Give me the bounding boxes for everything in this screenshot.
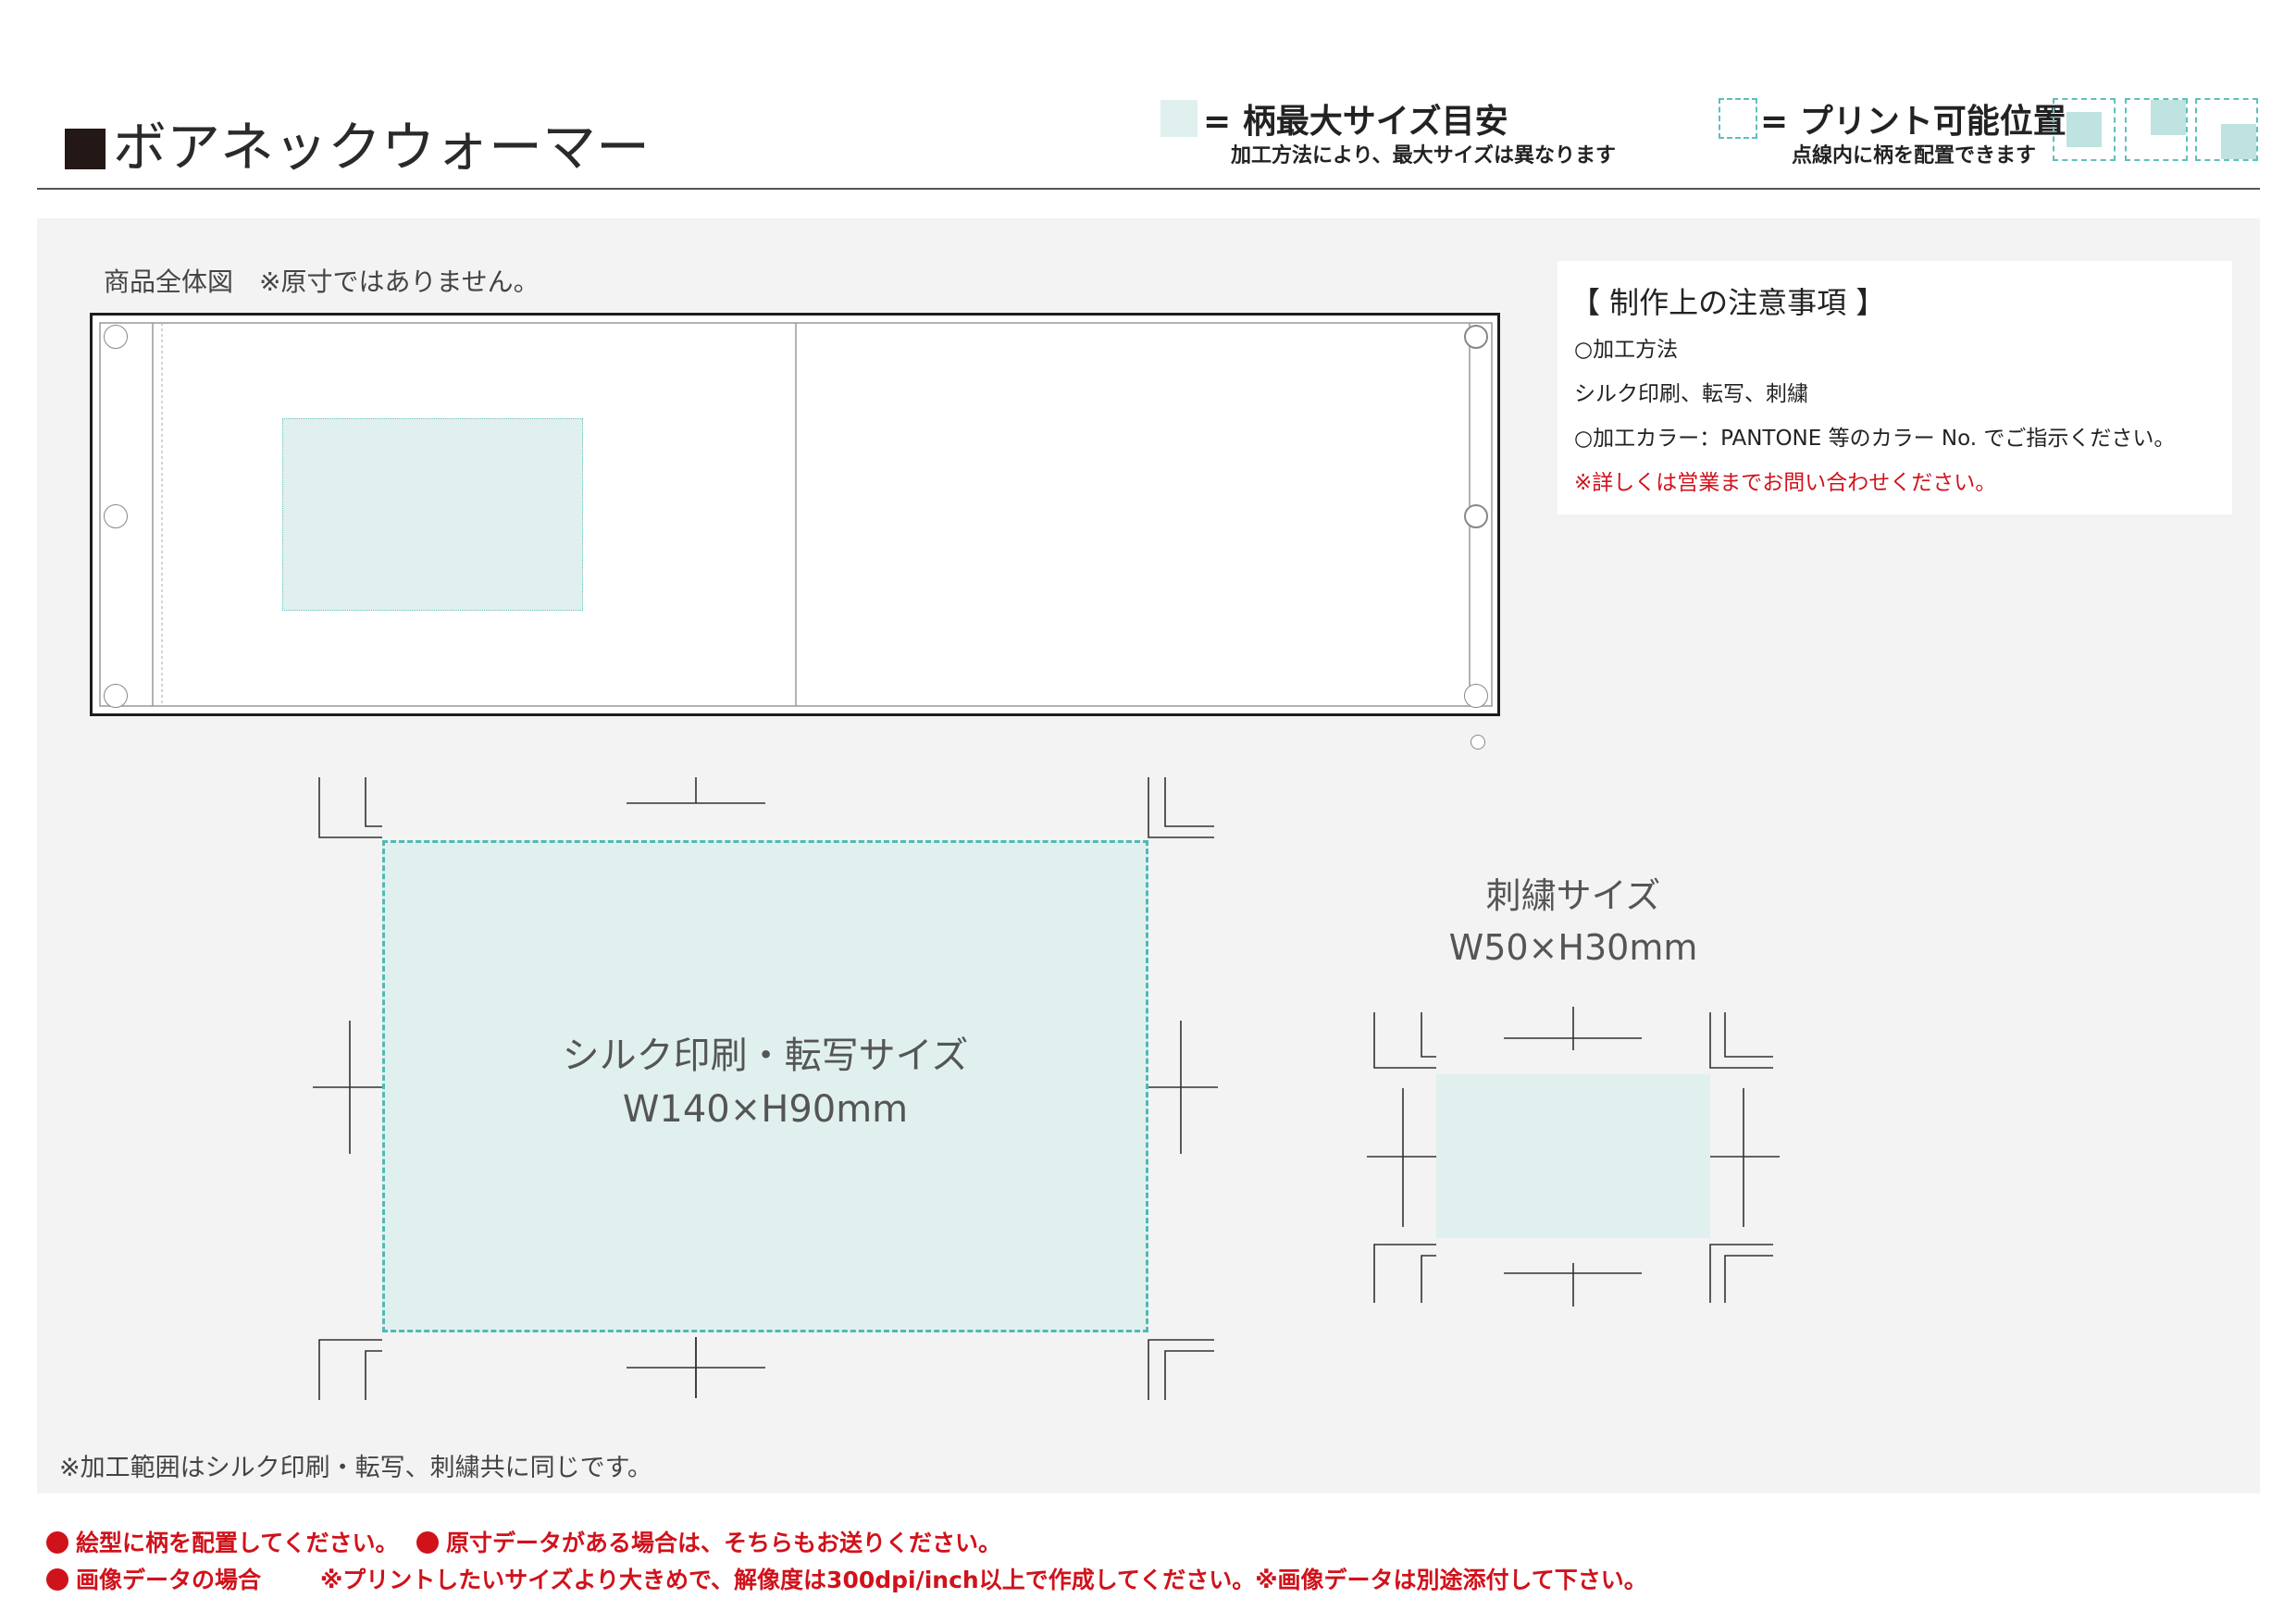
warning-3-body: ※プリントしたいサイズより大きめで、解像度は300dpi/inch以上で作成して… xyxy=(320,1567,1647,1593)
warning-1: 絵型に柄を配置してください。 xyxy=(46,1525,399,1558)
bullet-icon xyxy=(46,1568,68,1591)
footnote: ※加工範囲はシルク印刷・転写、刺繍共に同じです。 xyxy=(59,1454,652,1482)
warning-2: 原寸データがある場合は、そちらもお送りください。 xyxy=(416,1525,1001,1558)
warning-3: 画像データの場合 xyxy=(46,1562,261,1595)
bullet-icon xyxy=(46,1531,68,1554)
trim-marks xyxy=(313,777,1780,1400)
bullet-icon xyxy=(416,1531,439,1554)
